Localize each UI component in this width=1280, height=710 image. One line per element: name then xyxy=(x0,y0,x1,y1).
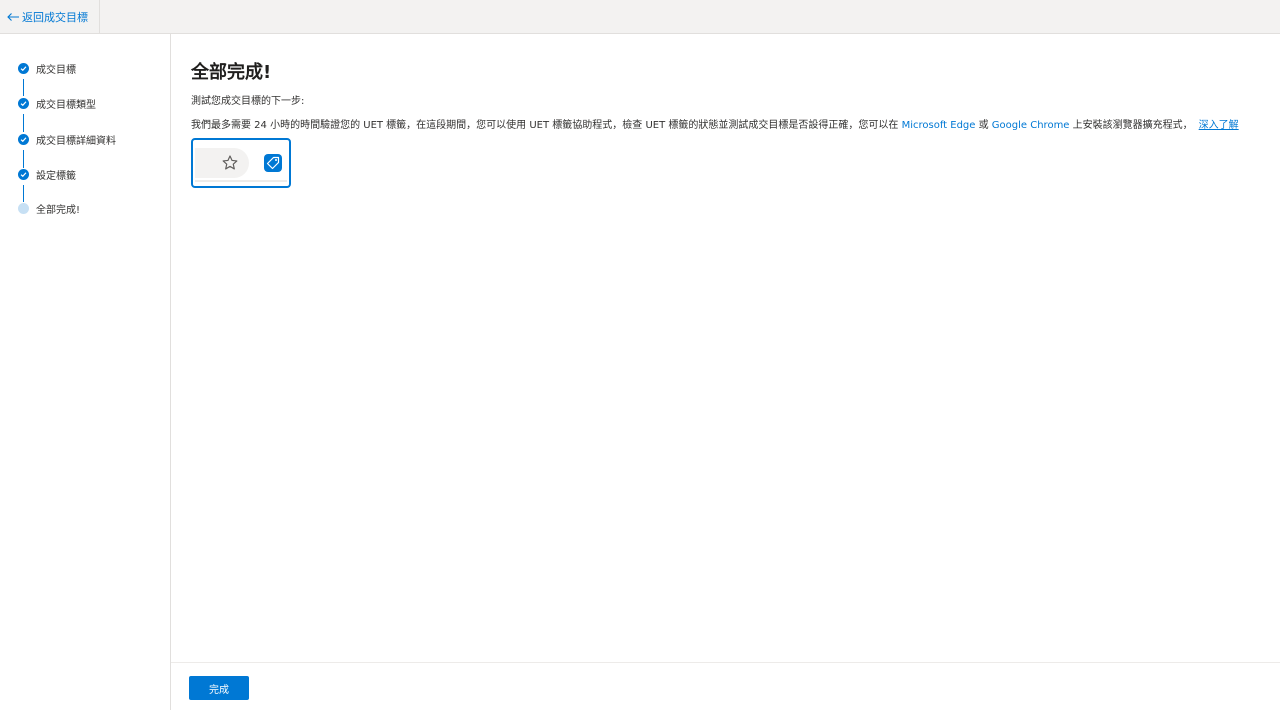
arrow-left-icon xyxy=(7,13,19,21)
check-icon xyxy=(18,133,29,145)
learn-more-link[interactable]: 深入了解 xyxy=(1199,120,1239,131)
google-chrome-link[interactable]: Google Chrome xyxy=(992,120,1070,131)
step-all-done: 全部完成! xyxy=(18,200,80,216)
back-link-label: 返回成交目標 xyxy=(22,11,88,24)
main-content: 全部完成! 測試您成交目標的下一步: 我們最多需要 24 小時的時間驗證您的 U… xyxy=(171,34,1280,662)
step-label: 成交目標詳細資料 xyxy=(36,135,116,147)
uet-description: 我們最多需要 24 小時的時間驗證您的 UET 標籤，在這段期間，您可以使用 U… xyxy=(191,116,1266,131)
tag-icon xyxy=(264,154,282,172)
desc-text-3: 上安裝該瀏覽器擴充程式， xyxy=(1069,120,1193,131)
back-to-goals-link[interactable]: 返回成交目標 xyxy=(6,0,100,34)
desc-text-1: 我們最多需要 24 小時的時間驗證您的 UET 標籤，在這段期間，您可以使用 U… xyxy=(191,120,902,131)
check-icon xyxy=(18,97,29,109)
check-icon xyxy=(18,168,29,180)
page-title: 全部完成! xyxy=(191,62,272,83)
preview-divider xyxy=(195,180,287,182)
next-steps-subtitle: 測試您成交目標的下一步: xyxy=(191,96,305,107)
step-set-tag[interactable]: 設定標籤 xyxy=(18,166,76,182)
step-label: 設定標籤 xyxy=(36,170,76,182)
microsoft-edge-link[interactable]: Microsoft Edge xyxy=(902,120,976,131)
desc-text-2: 或 xyxy=(975,120,992,131)
step-navigation: 成交目標 成交目標類型 成交目標詳細資料 設定標籤 全部完成! xyxy=(0,34,171,710)
step-goal-details[interactable]: 成交目標詳細資料 xyxy=(18,131,116,147)
done-button[interactable]: 完成 xyxy=(189,676,249,700)
step-goal-type[interactable]: 成交目標類型 xyxy=(18,95,96,111)
step-connector xyxy=(23,114,24,132)
address-bar-pill xyxy=(195,148,249,178)
step-label: 全部完成! xyxy=(36,204,81,216)
footer-bar: 完成 xyxy=(171,662,1280,710)
uet-helper-preview xyxy=(191,138,291,188)
current-step-dot xyxy=(18,202,29,214)
step-connector xyxy=(23,79,24,96)
check-icon xyxy=(18,62,29,74)
step-conversion-goal[interactable]: 成交目標 xyxy=(18,60,76,76)
top-bar: 返回成交目標 xyxy=(0,0,1280,34)
step-label: 成交目標類型 xyxy=(36,99,96,111)
step-label: 成交目標 xyxy=(36,64,76,76)
star-outline-icon xyxy=(222,155,238,170)
